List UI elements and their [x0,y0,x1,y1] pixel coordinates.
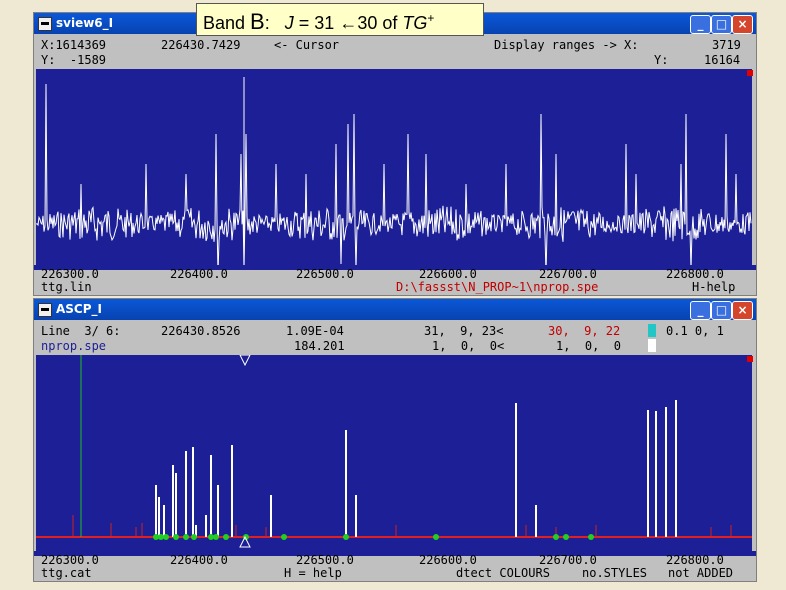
j-expression-tail: 30 of [357,13,403,33]
axis-tick-label: 226300.0 [41,553,99,567]
band-annotation: Band B: J = 31 ←30 of TG+ [196,3,484,36]
line-info-panel: Line 3/ 6: 226430.8526 1.09E-04 184.201 … [34,322,756,354]
cursor-x-readout: X:1614369 [41,38,107,52]
assigned-line-dot [213,534,219,540]
range-y-value: 16164 [704,53,741,67]
assigned-line-dot [223,534,229,540]
assigned-line-dot [281,534,287,540]
minimize-button[interactable]: _ [690,15,711,34]
line-file-name: ttg.lin [41,280,92,294]
colours-option[interactable]: dtect COLOURS [456,566,550,580]
cursor-marker-icon [239,355,251,367]
j-symbol: J [284,13,294,33]
cursor-frequency: 226430.7429 [161,38,241,52]
cursor-info-panel: X:1614369 Y: -1589 226430.7429 <- Cursor… [34,36,756,68]
lower-state-j: 30, 9, 22 [548,324,621,338]
assigned-line-dot [183,534,189,540]
catalog-file-name: ttg.cat [41,566,92,580]
axis-tick-label: 226800.0 [666,267,724,281]
axis-tick-label: 226300.0 [41,267,99,281]
assigned-line-dot [588,534,594,540]
selection-indicator[interactable] [648,324,656,337]
species-name: TG [402,13,428,33]
band-letter: B [250,9,265,34]
maximize-button[interactable]: □ [711,15,732,34]
styles-option[interactable]: no.STYLES [582,566,647,580]
maximize-button[interactable]: □ [711,301,732,320]
window-title: sview6_I [56,16,114,30]
frequency-axis: 226300.0 226400.0 226500.0 226600.0 2267… [34,265,756,294]
app-icon [38,17,52,31]
axis-tick-label: 226700.0 [539,267,597,281]
band-prefix: Band [203,13,251,33]
scroll-marker[interactable] [747,70,753,76]
axis-tick-strip [34,551,756,556]
prediction-stick-spectrum [36,355,752,548]
spectrum-plot-area[interactable] [36,69,752,265]
assigned-line-dot [563,534,569,540]
minimize-button[interactable]: _ [690,301,711,320]
prediction-plot-area[interactable] [36,355,752,551]
window-title: ASCP_I [56,302,102,316]
assigned-line-dot [553,534,559,540]
assigned-line-dot [163,534,169,540]
axis-tick-label: 226400.0 [170,267,228,281]
line-energy: 184.201 [294,339,345,353]
spectrum-file-name: nprop.spe [41,339,107,353]
axis-tick-label: 226600.0 [419,267,477,281]
line-index: Line 3/ 6: [41,324,121,338]
axis-tick-strip [34,265,756,270]
extra-values: 0.1 0, 1 [666,324,724,338]
band-colon: : [264,13,270,33]
j-expression: = 31 [293,13,340,33]
upper-quantum-numbers-lower: 1, 0, 0< [432,339,505,353]
close-button[interactable]: × [732,15,753,34]
spectrum-trace [36,77,752,265]
ascp-titlebar[interactable]: ASCP_I _ □ × [34,299,756,320]
ascp-window: ASCP_I _ □ × Line 3/ 6: 226430.8526 1.09… [33,298,757,582]
spectrum-viewer-window: sview6_I _ □ × X:1614369 Y: -1589 226430… [33,12,757,296]
cursor-label: <- Cursor [274,38,340,52]
assigned-line-dot [343,534,349,540]
species-charge: + [427,11,435,25]
axis-tick-label: 226400.0 [170,553,228,567]
spectrum-line [36,83,752,265]
axis-tick-label: 226700.0 [539,553,597,567]
app-icon [38,303,52,317]
assigned-line-dot [191,534,197,540]
frequency-axis: 226300.0 226400.0 226500.0 226600.0 2267… [34,551,756,580]
spectrum-file-path: D:\fassst\N_PROP~1\nprop.spe [396,280,599,294]
axis-tick-label: 226500.0 [296,553,354,567]
line-intensity: 1.09E-04 [286,324,344,338]
upper-quantum-numbers: 31, 9, 23< [424,324,504,338]
axis-tick-label: 226500.0 [296,267,354,281]
display-ranges-label: Display ranges -> X: [494,38,639,52]
axis-tick-label: 226600.0 [419,553,477,567]
range-y-label: Y: [654,53,669,67]
assigned-line-dot [433,534,439,540]
help-hint: H = help [284,566,342,580]
lower-quantum-numbers: 1, 0, 0 [556,339,622,353]
line-frequency: 226430.8526 [161,324,241,338]
range-x-value: 3719 [712,38,741,52]
blank-indicator [648,339,656,352]
arrow-glyph: ← [339,13,358,33]
added-option[interactable]: not ADDED [668,566,733,580]
scroll-marker[interactable] [747,356,753,362]
assigned-line-dot [173,534,179,540]
help-hint: H-help [692,280,736,294]
cursor-y-readout: Y: -1589 [41,53,107,67]
axis-tick-label: 226800.0 [666,553,724,567]
close-button[interactable]: × [732,301,753,320]
